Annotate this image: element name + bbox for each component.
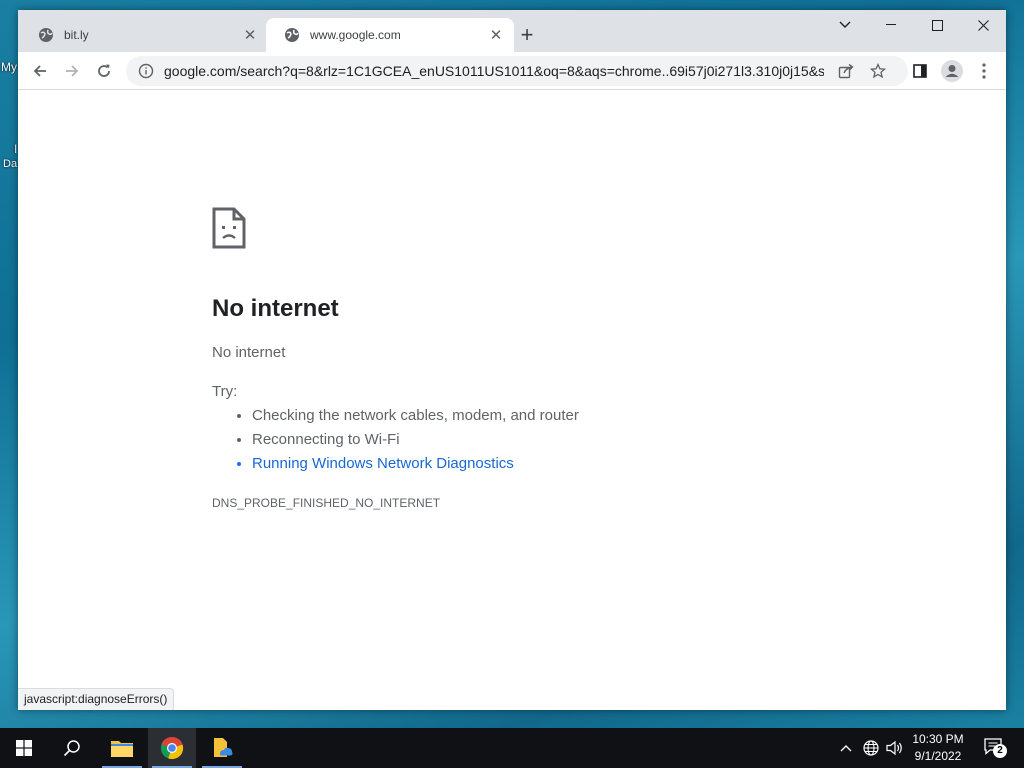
network-button[interactable] xyxy=(860,728,882,768)
share-button[interactable] xyxy=(833,58,859,84)
tab-title: www.google.com xyxy=(310,28,401,42)
bookmark-button[interactable] xyxy=(865,58,891,84)
suggestion-text: Checking the network cables, modem, and … xyxy=(252,407,579,424)
clock-date: 9/1/2022 xyxy=(914,749,962,763)
file-cloud-icon xyxy=(214,738,233,757)
clock[interactable]: 10:30 PM 9/1/2022 xyxy=(906,731,970,765)
list-item: Running Windows Network Diagnostics xyxy=(252,452,579,476)
network-diagnostics-link[interactable]: Running Windows Network Diagnostics xyxy=(252,455,514,472)
address-bar[interactable]: google.com/search?q=8&rlz=1C1GCEA_enUS10… xyxy=(126,56,908,86)
browser-window: bit.ly ✕ www.google.com ✕ + google.com/s… xyxy=(18,10,1006,710)
notification-center-button[interactable]: 2 xyxy=(980,728,1010,768)
tab-title: bit.ly xyxy=(64,28,89,42)
chevron-up-icon xyxy=(840,745,852,752)
try-label: Try: xyxy=(212,383,238,400)
reload-icon xyxy=(98,64,110,77)
browser-toolbar: google.com/search?q=8&rlz=1C1GCEA_enUS10… xyxy=(18,52,1006,90)
info-icon[interactable] xyxy=(138,63,154,79)
network-globe-icon xyxy=(863,740,879,756)
back-button[interactable] xyxy=(26,57,54,85)
close-tab-icon[interactable]: ✕ xyxy=(488,27,504,44)
taskbar: 10:30 PM 9/1/2022 2 xyxy=(0,728,1024,768)
globe-icon xyxy=(39,28,53,42)
close-tab-icon[interactable]: ✕ xyxy=(242,27,258,44)
tab-strip: bit.ly ✕ www.google.com ✕ + xyxy=(18,10,1006,52)
share-icon xyxy=(838,63,854,79)
speaker-icon xyxy=(886,740,902,756)
start-button[interactable] xyxy=(0,728,48,768)
suggestion-list: Checking the network cables, modem, and … xyxy=(252,404,579,476)
notification-badge: 2 xyxy=(993,744,1007,758)
side-panel-icon xyxy=(913,64,927,78)
chevron-down-icon xyxy=(839,21,851,28)
new-tab-button[interactable]: + xyxy=(516,22,538,47)
show-hidden-icons-button[interactable] xyxy=(836,728,856,768)
error-subheading: No internet xyxy=(212,344,286,361)
file-explorer-button[interactable] xyxy=(98,728,146,768)
desktop-icon-label[interactable]: I xyxy=(14,142,17,156)
close-icon xyxy=(977,19,989,31)
side-panel-button[interactable] xyxy=(906,57,934,85)
tab-bitly[interactable]: bit.ly ✕ xyxy=(20,18,268,52)
search-button[interactable] xyxy=(48,728,96,768)
desktop-icon-label[interactable]: My xyxy=(1,60,17,74)
folder-icon xyxy=(111,741,133,757)
globe-icon xyxy=(285,28,299,42)
chrome-icon xyxy=(160,736,184,760)
arrow-left-icon xyxy=(33,65,46,77)
tab-search-button[interactable] xyxy=(822,10,868,40)
forward-button[interactable] xyxy=(58,57,86,85)
suggestion-text: Reconnecting to Wi-Fi xyxy=(252,431,400,448)
tab-google[interactable]: www.google.com ✕ xyxy=(266,18,514,52)
minimize-button[interactable] xyxy=(868,10,914,40)
list-item: Checking the network cables, modem, and … xyxy=(252,404,579,428)
star-icon xyxy=(870,63,886,79)
avatar-icon xyxy=(941,60,963,82)
app-button[interactable] xyxy=(198,728,246,768)
maximize-icon xyxy=(931,19,943,31)
more-vertical-icon xyxy=(982,63,986,79)
url-text[interactable]: google.com/search?q=8&rlz=1C1GCEA_enUS10… xyxy=(164,63,824,79)
desktop-icon-label[interactable]: Da xyxy=(3,158,17,170)
profile-button[interactable] xyxy=(938,57,966,85)
windows-logo-icon xyxy=(16,740,32,756)
chrome-button[interactable] xyxy=(148,728,196,768)
close-window-button[interactable] xyxy=(960,10,1006,40)
status-bubble: javascript:diagnoseErrors() xyxy=(18,688,175,710)
search-icon xyxy=(63,740,80,757)
clock-time: 10:30 PM xyxy=(912,732,964,746)
error-code: DNS_PROBE_FINISHED_NO_INTERNET xyxy=(212,496,441,510)
minimize-icon xyxy=(886,24,896,25)
reload-button[interactable] xyxy=(90,57,118,85)
error-heading: No internet xyxy=(212,295,339,322)
menu-button[interactable] xyxy=(970,57,998,85)
volume-button[interactable] xyxy=(884,728,906,768)
maximize-button[interactable] xyxy=(914,10,960,40)
error-page: No internet No internet Try: Checking th… xyxy=(18,90,1006,710)
arrow-right-icon xyxy=(66,65,79,77)
broken-page-icon xyxy=(212,207,246,249)
list-item: Reconnecting to Wi-Fi xyxy=(252,428,579,452)
